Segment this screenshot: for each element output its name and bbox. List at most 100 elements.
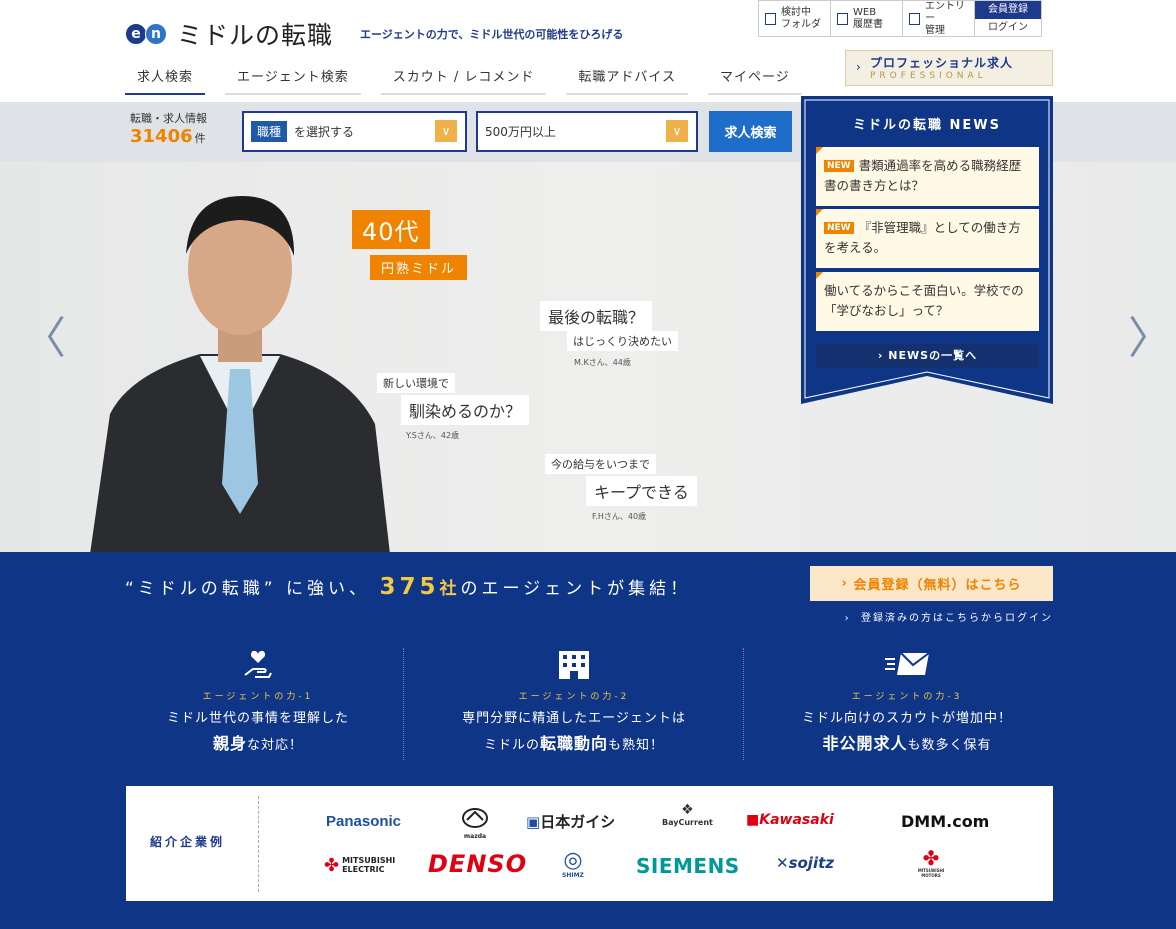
registered-login-label: 登録済みの方はこちらからログイン xyxy=(861,613,1053,624)
job-type-select[interactable]: 職種 を選択する ∨ xyxy=(242,111,467,152)
folder-icon xyxy=(765,12,776,25)
agent-power-1: エージェントの力-1 ミドル世代の事情を理解した親身な対応！ xyxy=(118,647,398,758)
agent-power-2-label: エージェントの力-2 xyxy=(518,692,630,702)
resume-icon xyxy=(837,12,848,25)
resume-link-label-2: 履歴書 xyxy=(853,18,883,30)
agent-power-1-bold: 親身 xyxy=(212,734,247,753)
agent-power-3: エージェントの力-3 ミドル向けのスカウトが増加中！ 非公開求人も数多く保有 xyxy=(767,647,1047,758)
agent-section: “ミドルの転職” に強い、 375社のエージェントが集結！ › 会員登録（無料）… xyxy=(0,552,1176,929)
job-count-label: 転職・求人情報 xyxy=(130,112,207,125)
company-examples: 紹介企業例 Panasonic mazda ▣日本ガイシ ❖ BayCurrent… xyxy=(126,786,1053,901)
folder-link-label-1: 検討中 xyxy=(781,6,811,18)
news-item-3[interactable]: 働いてるからこそ面白い。学校での「学びなおし」って？ xyxy=(816,272,1039,331)
agent-power-1-rest: な対応！ xyxy=(247,738,304,753)
building-icon xyxy=(434,647,714,681)
job-count: 転職・求人情報 31406 件 xyxy=(130,110,207,147)
login-link[interactable]: ログイン xyxy=(975,19,1041,37)
member-register-link[interactable]: 会員登録 xyxy=(975,1,1041,19)
agent-power-1-label: エージェントの力-1 xyxy=(202,692,314,702)
nav-scout[interactable]: スカウト / レコメンド xyxy=(380,60,547,95)
agent-headline: “ミドルの転職” に強い、 375社のエージェントが集結！ xyxy=(125,574,691,600)
professional-sub: PROFESSIONAL xyxy=(870,71,987,81)
en-logo-icon: en xyxy=(125,23,169,45)
shimz-logo: ◎ SHIMZ xyxy=(562,848,584,880)
mitsubishi-motors-logo-text: MITSUBISHI MOTORS xyxy=(917,868,945,878)
register-button-label: 会員登録（無料）はこちら xyxy=(853,578,1022,593)
entry-link[interactable]: エントリー 管理 xyxy=(902,0,974,37)
baycurrent-logo: ❖ BayCurrent xyxy=(662,802,713,827)
chevron-down-icon: ∨ xyxy=(435,120,457,142)
agent-count-unit: 社 xyxy=(439,579,461,599)
mitsubishi-electric-logo: ✤ MITSUBISHI ELECTRIC xyxy=(324,854,396,876)
nav-mypage[interactable]: マイページ xyxy=(708,60,802,95)
job-count-number: 31406 xyxy=(130,126,193,147)
quote-2-sub: 新しい環境で xyxy=(377,373,455,393)
new-badge: NEW xyxy=(824,160,854,172)
quote-2-name: Y.Sさん、42歳 xyxy=(406,431,460,440)
ngk-logo: ▣日本ガイシ xyxy=(526,813,616,831)
entry-link-label-2: 管理 xyxy=(925,24,945,36)
carousel-prev-arrow[interactable]: 〈 xyxy=(22,302,66,366)
entry-link-label-1: エントリー xyxy=(925,0,965,24)
top-utility-links: 検討中 フォルダ WEB 履歴書 エントリー 管理 会員登録 ログイン xyxy=(758,0,1042,37)
sojitz-logo-text: sojitz xyxy=(788,854,834,872)
divider xyxy=(258,796,259,892)
news-item-3-text: 働いてるからこそ面白い。学校での「学びなおし」って？ xyxy=(824,283,1024,318)
register-button[interactable]: › 会員登録（無料）はこちら xyxy=(810,566,1053,601)
age-subtitle: 円熟ミドル xyxy=(370,255,468,280)
news-more-link[interactable]: › NEWSの一覧へ xyxy=(816,344,1039,368)
news-more-label: NEWSの一覧へ xyxy=(888,349,978,362)
ngk-logo-text: 日本ガイシ xyxy=(540,813,616,831)
agent-power-2-pre: ミドルの xyxy=(483,738,540,753)
headline-pre: “ミドルの転職” に強い、 xyxy=(125,579,371,599)
nav-job-search[interactable]: 求人検索 xyxy=(125,60,206,95)
news-panel: ミドルの転職 NEWS NEW 書類通過率を高める職務経歴書の書き方とは？ NEW… xyxy=(801,96,1053,406)
salary-select[interactable]: 500万円以上 ∨ xyxy=(476,111,698,152)
news-title: ミドルの転職 NEWS xyxy=(853,118,1001,133)
siemens-logo: SIEMENS xyxy=(636,854,740,878)
mazda-logo: mazda xyxy=(461,807,489,840)
mail-icon xyxy=(767,647,1047,681)
quote-2-main: 馴染めるのか？ xyxy=(401,395,530,425)
job-type-placeholder: を選択する xyxy=(294,125,355,139)
kawasaki-logo-text: Kawasaki xyxy=(759,812,834,828)
tagline: エージェントの力で、ミドル世代の可能性をひろげる xyxy=(360,28,624,41)
chevron-down-icon: ∨ xyxy=(666,120,688,142)
professional-title: プロフェッショナル求人 xyxy=(870,56,1014,70)
job-search-button[interactable]: 求人検索 xyxy=(709,111,792,152)
agent-power-1-line1: ミドル世代の事情を理解した xyxy=(166,711,349,726)
main-nav: 求人検索 エージェント検索 スカウト / レコメンド 転職アドバイス マイページ xyxy=(125,60,822,95)
nav-advice[interactable]: 転職アドバイス xyxy=(566,60,689,95)
chevron-right-icon: › xyxy=(856,60,861,74)
member-box: 会員登録 ログイン xyxy=(974,0,1042,37)
agent-power-2-line1: 専門分野に精通したエージェントは xyxy=(462,711,686,726)
folder-link[interactable]: 検討中 フォルダ xyxy=(758,0,830,37)
divider xyxy=(403,648,404,760)
registered-login-link[interactable]: › 登録済みの方はこちらからログイン xyxy=(810,609,1053,624)
news-item-1[interactable]: NEW 書類通過率を高める職務経歴書の書き方とは？ xyxy=(816,147,1039,206)
professional-jobs-button[interactable]: › プロフェッショナル求人 PROFESSIONAL xyxy=(845,50,1053,86)
dmm-logo: DMM.com xyxy=(901,812,990,831)
businessman-photo xyxy=(90,184,390,552)
baycurrent-logo-text: BayCurrent xyxy=(662,818,713,827)
quote-1-main: 最後の転職？ xyxy=(540,301,653,331)
quote-1-sub: はじっくり決めたい xyxy=(567,331,678,351)
site-logo[interactable]: en ミドルの転職 xyxy=(125,16,333,52)
headline-post: のエージェントが集結！ xyxy=(460,579,692,599)
carousel-next-arrow[interactable]: 〉 xyxy=(1128,302,1172,366)
quote-1-name: M.Kさん、44歳 xyxy=(574,358,631,367)
hand-heart-icon xyxy=(118,647,398,681)
nav-agent-search[interactable]: エージェント検索 xyxy=(225,60,361,95)
new-badge: NEW xyxy=(824,222,854,234)
mitsubishi-motors-logo: ✤ MITSUBISHI MOTORS xyxy=(917,846,945,878)
agent-power-3-bold: 非公開求人 xyxy=(822,734,908,753)
kawasaki-logo: ■Kawasaki xyxy=(746,812,834,828)
age-badge: 40代 xyxy=(352,210,430,249)
agent-power-2-rest: も熟知！ xyxy=(608,738,665,753)
mazda-logo-text: mazda xyxy=(463,833,487,840)
agent-power-3-label: エージェントの力-3 xyxy=(851,692,963,702)
resume-link[interactable]: WEB 履歴書 xyxy=(830,0,902,37)
site-name: ミドルの転職 xyxy=(177,21,334,50)
divider xyxy=(743,648,744,760)
news-item-2[interactable]: NEW 『非管理職』としての働き方を考える。 xyxy=(816,209,1039,268)
